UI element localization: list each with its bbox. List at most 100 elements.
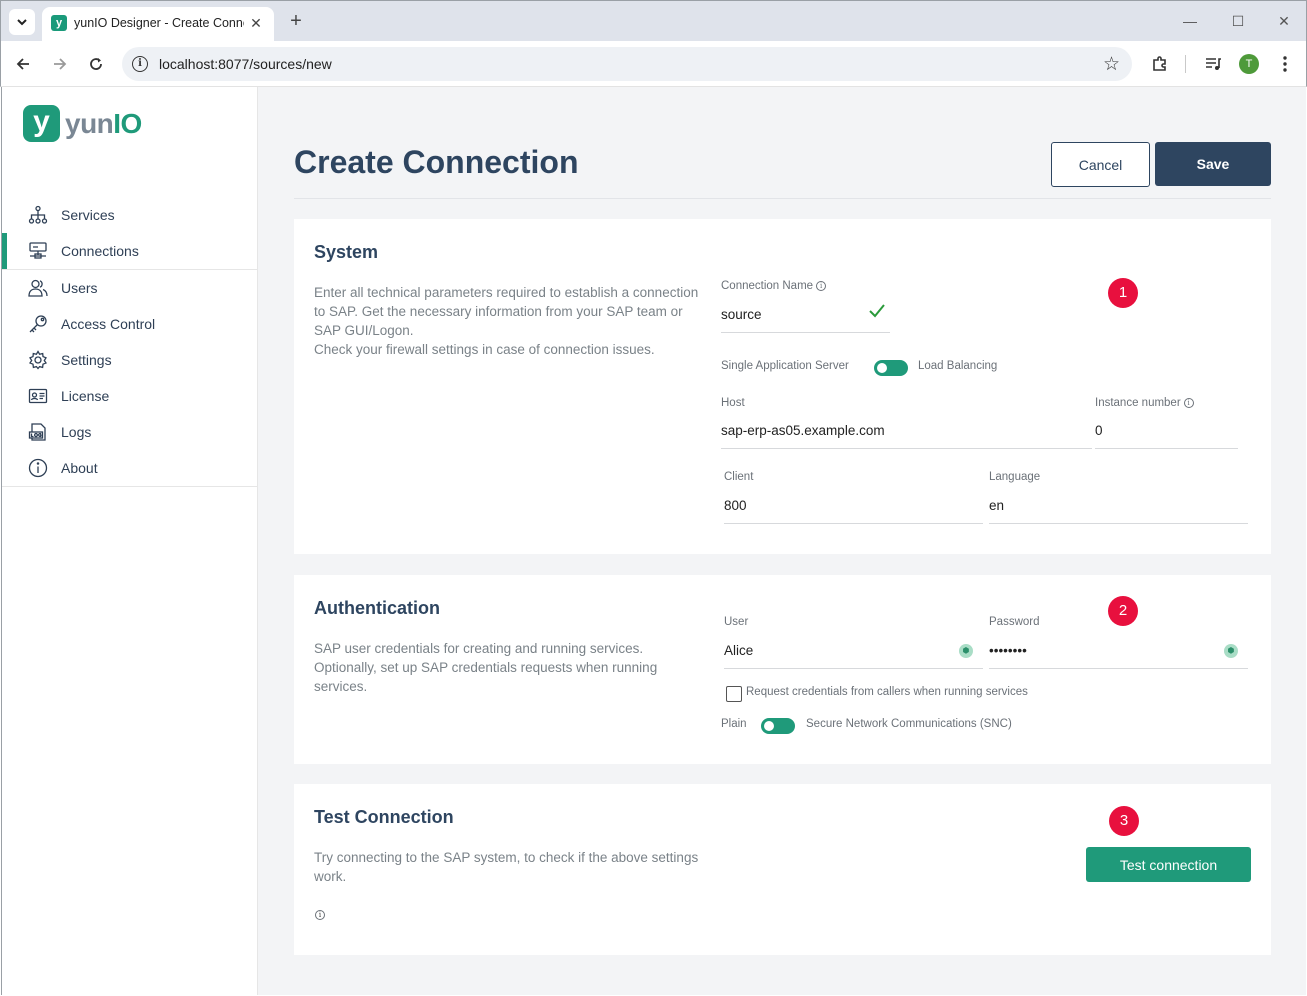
connection-name-input[interactable]: source [721, 307, 762, 322]
info-icon [27, 457, 49, 479]
tab-close-icon[interactable]: ✕ [246, 13, 266, 33]
connection-name-label: Connection Name i [721, 280, 827, 292]
save-button[interactable]: Save [1155, 142, 1271, 186]
host-label: Host [721, 397, 745, 409]
load-balancing-label: Load Balancing [918, 360, 998, 372]
single-server-label: Single Application Server [721, 360, 849, 372]
plain-label: Plain [721, 718, 747, 730]
maximize-icon[interactable]: ☐ [1223, 9, 1253, 33]
site-info-icon[interactable]: i [132, 56, 148, 72]
test-connection-card: Test Connection Try connecting to the SA… [294, 784, 1271, 955]
credential-manager-icon[interactable]: ⬢ [959, 644, 973, 658]
sidebar-item-users[interactable]: Users [2, 270, 258, 306]
sidebar-item-label: About [61, 460, 98, 476]
sidebar-item-label: Logs [61, 424, 92, 440]
window-close-icon[interactable]: ✕ [1269, 9, 1299, 33]
sidebar-item-logs[interactable]: Logs [2, 414, 258, 450]
sidebar-item-label: Access Control [61, 316, 156, 332]
language-label: Language [989, 471, 1041, 483]
authentication-description: SAP user credentials for creating and ru… [314, 641, 658, 694]
client-underline [724, 523, 983, 524]
info-icon[interactable]: i [315, 910, 325, 920]
sidebar-item-services[interactable]: Services [2, 197, 258, 233]
step-badge-1: 1 [1108, 278, 1138, 308]
reload-icon[interactable] [84, 52, 108, 76]
browser-menu-icon[interactable] [1273, 52, 1297, 76]
sidebar-item-access-control[interactable]: Access Control [2, 306, 258, 342]
snc-label: Secure Network Communications (SNC) [806, 718, 1012, 730]
authentication-heading: Authentication [314, 598, 440, 618]
browser-tab[interactable]: y yunIO Designer - Create Conne ✕ [42, 7, 274, 42]
system-description: Enter all technical parameters required … [314, 285, 699, 357]
test-connection-heading: Test Connection [314, 807, 454, 827]
connections-icon [27, 240, 49, 262]
logo-mark: y [23, 105, 60, 142]
sidebar-divider [2, 486, 258, 487]
sidebar-item-label: Services [61, 207, 115, 223]
url-text[interactable]: localhost:8077/sources/new [159, 56, 332, 72]
client-label: Client [724, 471, 754, 483]
sidebar-item-label: Users [61, 280, 98, 296]
logo-text: yunIO [65, 107, 142, 139]
profile-avatar[interactable]: T [1239, 54, 1259, 74]
instance-number-underline [1095, 448, 1238, 449]
info-icon[interactable]: i [1183, 398, 1194, 408]
address-bar[interactable]: i localhost:8077/sources/new ☆ [122, 47, 1132, 81]
system-card: System Enter all technical parameters re… [294, 219, 1271, 554]
authentication-card: Authentication SAP user credentials for … [294, 575, 1271, 764]
services-tree-icon [27, 204, 49, 226]
test-connection-button[interactable]: Test connection [1086, 847, 1251, 882]
sidebar: y yunIO Services Connections Users Acces… [2, 87, 258, 995]
snc-toggle[interactable] [761, 718, 795, 734]
browser-tabstrip: y yunIO Designer - Create Conne ✕ + — ☐ … [0, 0, 1307, 42]
tab-search-button[interactable] [9, 9, 35, 35]
system-heading: System [314, 242, 379, 262]
logs-icon [27, 421, 49, 443]
user-label: User [724, 616, 749, 628]
page-title: Create Connection [294, 144, 579, 180]
password-underline [989, 668, 1248, 669]
chevron-down-icon [17, 19, 27, 26]
credential-manager-icon[interactable]: ⬢ [1224, 644, 1238, 658]
license-card-icon [27, 385, 49, 407]
host-input[interactable]: sap-erp-as05.example.com [721, 423, 885, 438]
language-input[interactable]: en [989, 498, 1004, 513]
client-input[interactable]: 800 [724, 498, 747, 513]
sidebar-item-label: Settings [61, 352, 112, 368]
info-icon[interactable]: i [816, 281, 827, 291]
back-arrow-icon[interactable] [11, 52, 35, 76]
minimize-icon[interactable]: — [1175, 9, 1205, 33]
gear-icon [27, 349, 49, 371]
valid-checkmark-icon [869, 304, 885, 318]
password-input[interactable]: •••••••• [989, 643, 1027, 658]
sidebar-item-connections[interactable]: Connections [2, 233, 258, 269]
connection-name-underline [721, 332, 890, 333]
password-label: Password [989, 616, 1040, 628]
media-control-icon[interactable] [1201, 52, 1225, 76]
browser-toolbar: i localhost:8077/sources/new ☆ T [0, 41, 1307, 87]
sidebar-item-settings[interactable]: Settings [2, 342, 258, 378]
host-underline [721, 448, 1092, 449]
instance-number-input[interactable]: 0 [1095, 423, 1103, 438]
user-underline [724, 668, 983, 669]
sidebar-item-label: Connections [61, 243, 139, 259]
request-credentials-checkbox[interactable] [726, 686, 742, 702]
new-tab-button[interactable]: + [284, 10, 308, 34]
users-icon [27, 277, 49, 299]
test-connection-description: Try connecting to the SAP system, to che… [314, 850, 699, 884]
sidebar-nav: Services Connections Users Access Contro [2, 197, 258, 487]
sidebar-item-label: License [61, 388, 110, 404]
language-underline [989, 523, 1248, 524]
sidebar-item-license[interactable]: License [2, 378, 258, 414]
app-viewport: y yunIO Services Connections Users Acces… [1, 87, 1306, 995]
extensions-puzzle-icon[interactable] [1148, 52, 1172, 76]
cancel-button[interactable]: Cancel [1051, 142, 1150, 187]
user-input[interactable]: Alice [724, 643, 753, 658]
title-divider [294, 198, 1271, 199]
load-balancing-toggle[interactable] [874, 360, 908, 376]
step-badge-3: 3 [1109, 806, 1139, 836]
yunio-logo[interactable]: y yunIO [23, 105, 142, 142]
forward-arrow-icon[interactable] [48, 52, 72, 76]
sidebar-item-about[interactable]: About [2, 450, 258, 486]
bookmark-star-icon[interactable]: ☆ [1103, 53, 1120, 76]
